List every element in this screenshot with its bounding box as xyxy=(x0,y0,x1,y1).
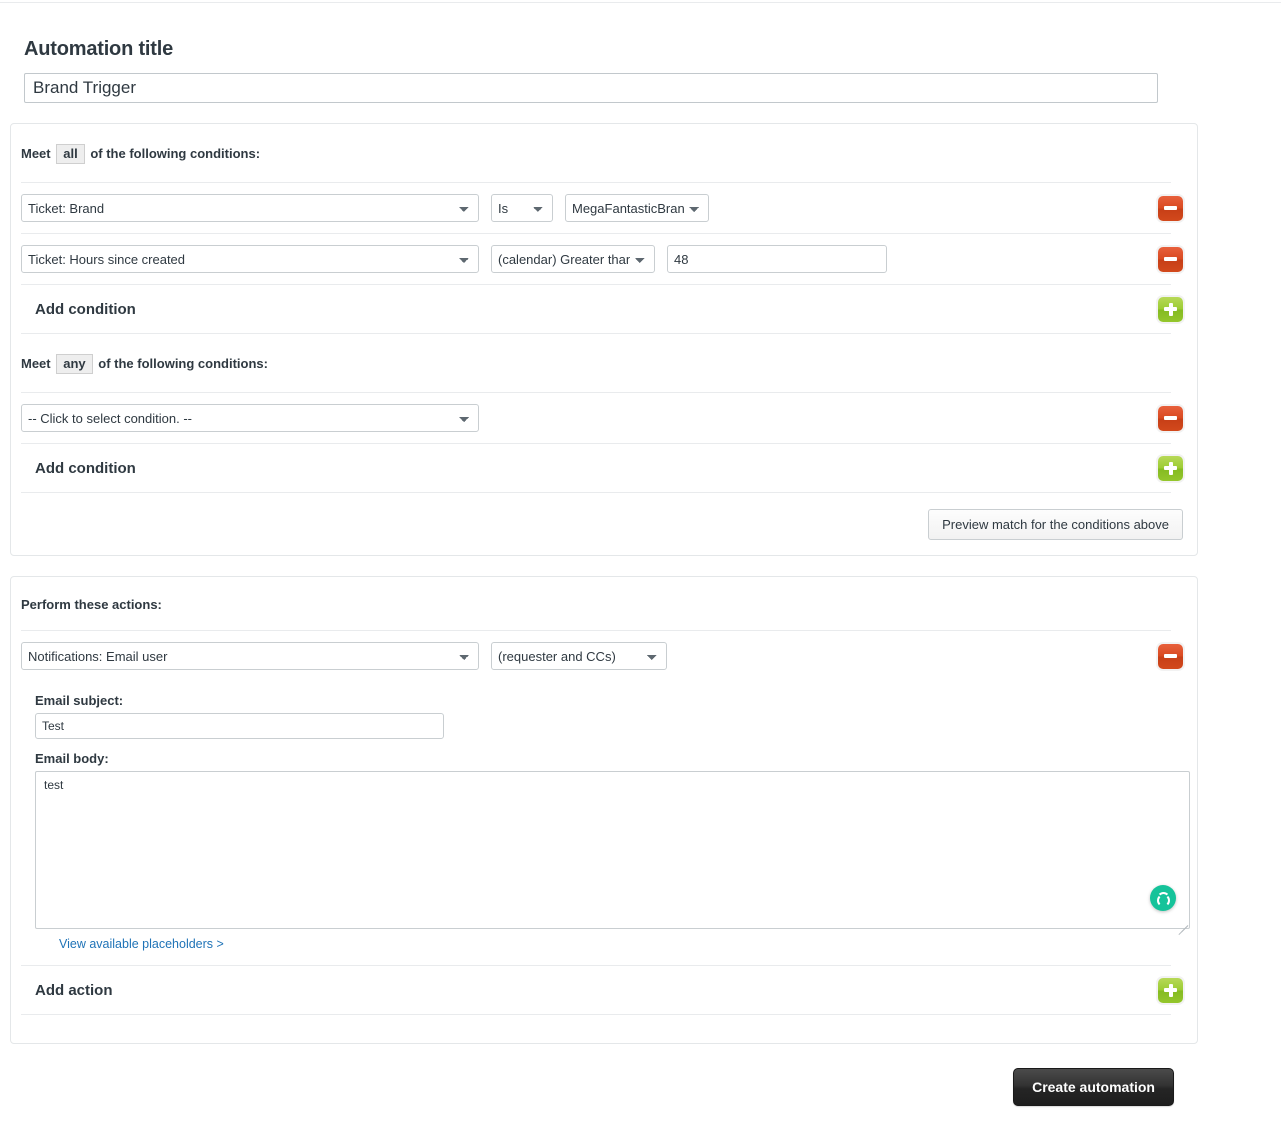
action-type-select[interactable]: Notifications: Email user xyxy=(21,642,479,670)
meet-all-prefix: Meet xyxy=(21,146,51,161)
add-condition-label: Add condition xyxy=(35,300,136,318)
minus-icon xyxy=(1164,416,1177,420)
add-condition-label: Add condition xyxy=(35,459,136,477)
action-target-select[interactable]: (requester and CCs) xyxy=(491,642,667,670)
meet-all-heading: Meet all of the following conditions: xyxy=(11,124,1197,182)
condition-value-input[interactable] xyxy=(667,245,887,273)
meet-any-heading: Meet any of the following conditions: xyxy=(11,334,1197,392)
condition-value-select[interactable]: MegaFantasticBrand xyxy=(565,194,709,222)
meet-any-prefix: Meet xyxy=(21,356,51,371)
add-action-button[interactable] xyxy=(1158,977,1183,1003)
remove-condition-button[interactable] xyxy=(1158,246,1183,272)
add-condition-button[interactable] xyxy=(1158,455,1183,481)
preview-row: Preview match for the conditions above xyxy=(11,493,1197,555)
remove-action-button[interactable] xyxy=(1158,643,1183,669)
remove-condition-button[interactable] xyxy=(1158,405,1183,431)
condition-operator-select[interactable]: Is xyxy=(491,194,553,222)
email-subject-label: Email subject: xyxy=(35,693,124,708)
arc-icon-lower xyxy=(1156,893,1170,907)
minus-icon xyxy=(1164,654,1177,658)
plus-icon-vertical xyxy=(1168,302,1173,316)
automation-title-section: Automation title xyxy=(0,0,1281,103)
condition-row: Ticket: Hours since created (calendar) G… xyxy=(11,234,1197,284)
plus-icon-vertical xyxy=(1168,983,1173,997)
condition-operator-select[interactable]: (calendar) Greater than xyxy=(491,245,655,273)
add-condition-button[interactable] xyxy=(1158,296,1183,322)
add-condition-row: Add condition xyxy=(11,285,1197,333)
add-action-row: Add action xyxy=(11,966,1197,1014)
submit-row: Create automation xyxy=(0,1068,1174,1106)
automation-editor-page: Automation title Meet all of the followi… xyxy=(0,0,1281,1106)
remove-condition-button[interactable] xyxy=(1158,195,1183,221)
create-automation-button[interactable]: Create automation xyxy=(1013,1068,1174,1106)
minus-icon xyxy=(1164,206,1177,210)
email-subject-input[interactable] xyxy=(35,713,444,739)
meet-all-suffix: of the following conditions: xyxy=(90,146,261,161)
grammar-assistant-icon[interactable] xyxy=(1150,885,1176,911)
preview-match-button[interactable]: Preview match for the conditions above xyxy=(928,508,1183,540)
page-title: Automation title xyxy=(24,38,174,60)
automation-title-input[interactable] xyxy=(24,73,1158,103)
condition-subject-select[interactable]: Ticket: Hours since created xyxy=(21,245,479,273)
condition-row: Ticket: Brand Is MegaFantasticBrand xyxy=(11,183,1197,233)
minus-icon xyxy=(1164,257,1177,261)
meet-any-chip[interactable]: any xyxy=(56,354,93,374)
add-condition-row: Add condition xyxy=(11,444,1197,492)
condition-subject-select[interactable]: Ticket: Brand xyxy=(21,194,479,222)
action-row: Notifications: Email user (requester and… xyxy=(11,631,1197,681)
email-body-textarea[interactable]: test xyxy=(35,771,1190,929)
actions-panel: Perform these actions: Notifications: Em… xyxy=(10,576,1198,1044)
email-body-label: Email body: xyxy=(35,751,109,766)
panel-bottom-spacer xyxy=(11,1015,1197,1043)
conditions-panel: Meet all of the following conditions: Ti… xyxy=(10,123,1198,556)
add-action-label: Add action xyxy=(35,981,113,999)
email-subject-field xyxy=(11,713,1197,739)
email-body-wrapper: test xyxy=(35,771,1190,936)
condition-row: -- Click to select condition. -- xyxy=(11,393,1197,443)
perform-actions-heading: Perform these actions: xyxy=(21,597,162,612)
plus-icon-vertical xyxy=(1168,461,1173,475)
meet-any-suffix: of the following conditions: xyxy=(98,356,268,371)
view-placeholders-link[interactable]: View available placeholders > xyxy=(35,929,224,951)
meet-all-chip[interactable]: all xyxy=(56,144,85,164)
email-body-field: test View available placeholders > xyxy=(11,771,1197,951)
condition-subject-select[interactable]: -- Click to select condition. -- xyxy=(21,404,479,432)
